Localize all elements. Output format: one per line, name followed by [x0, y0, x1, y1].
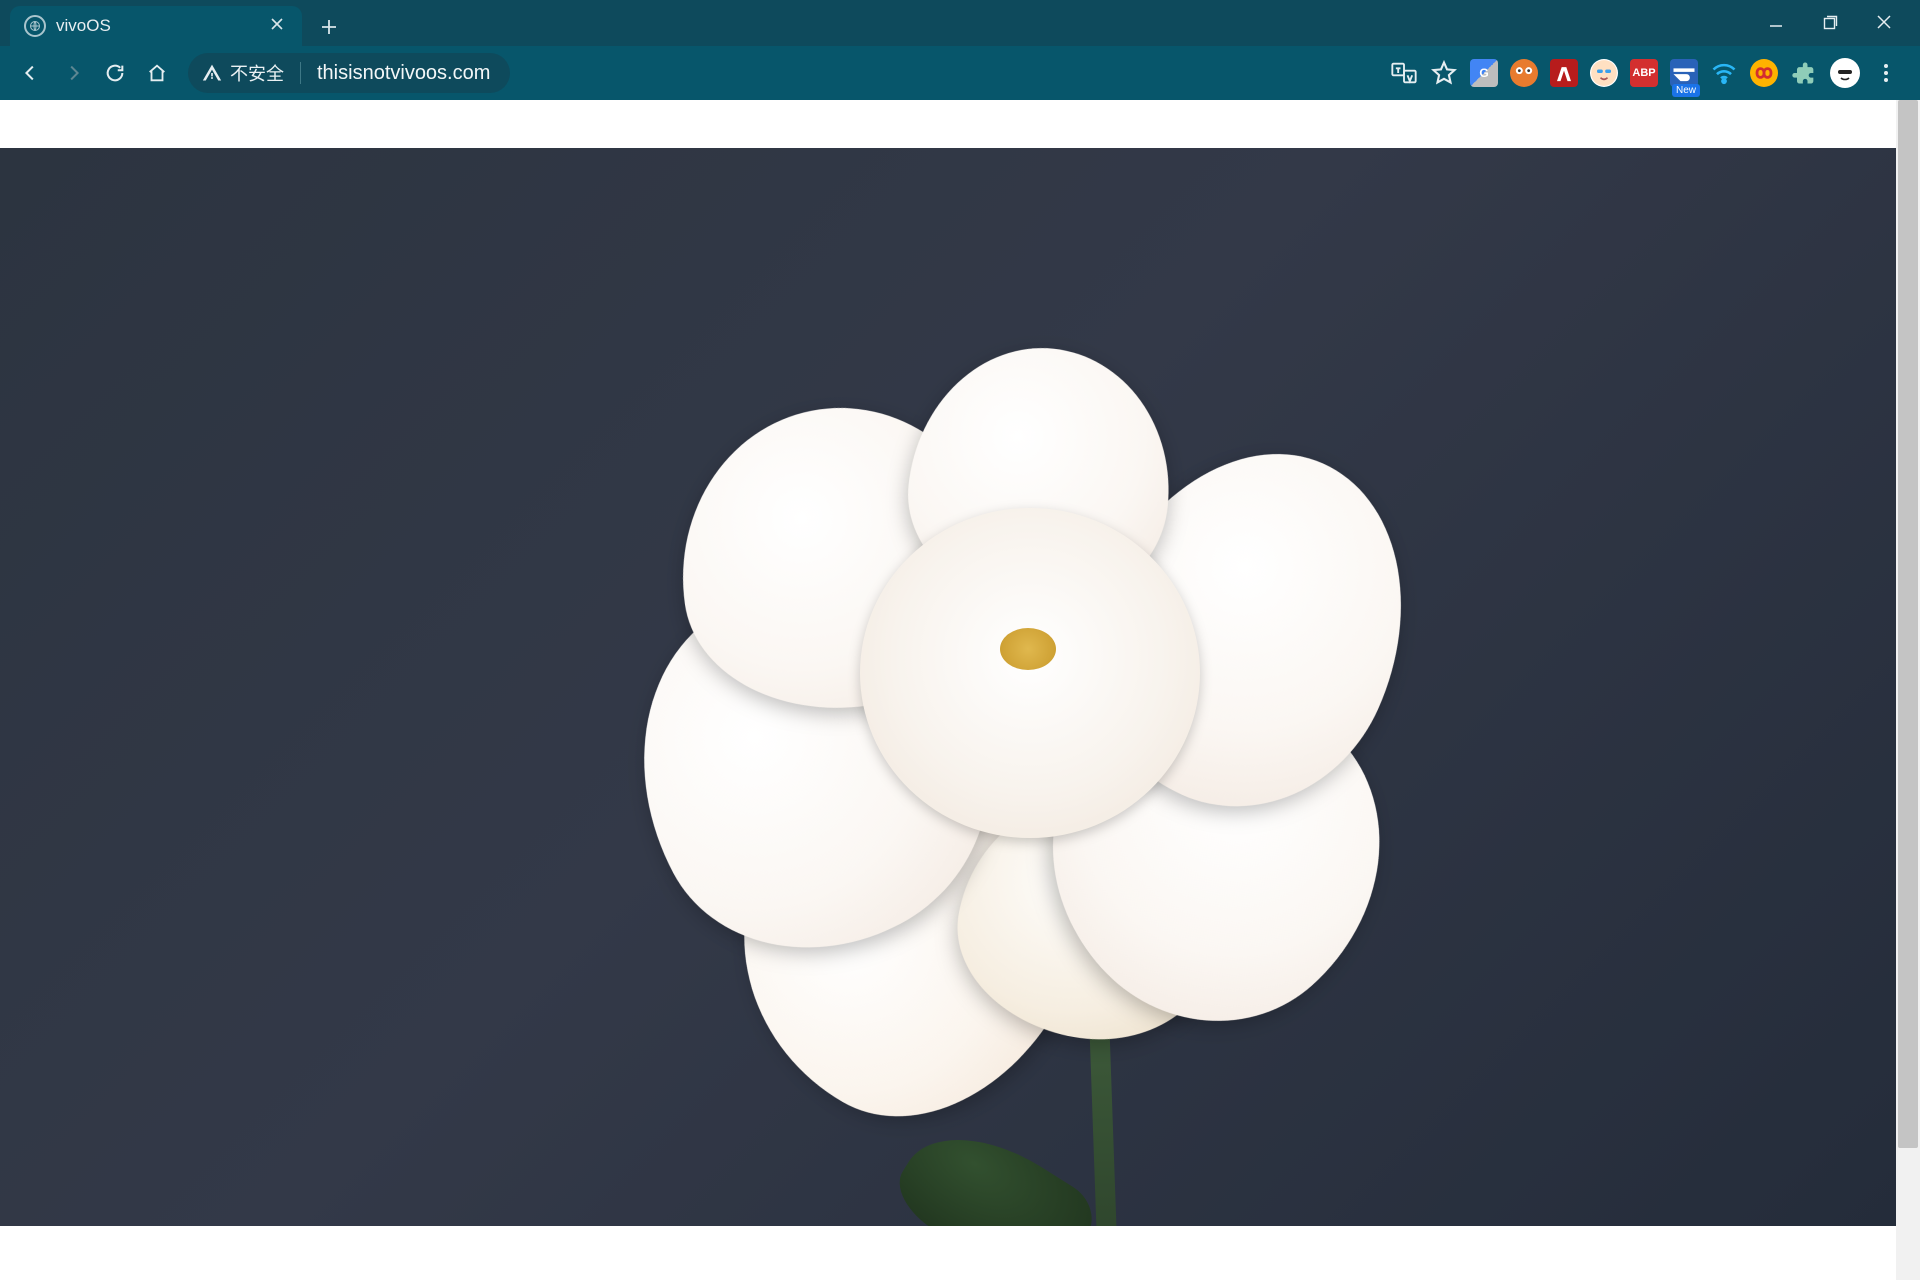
owl-ext-icon[interactable]	[1510, 59, 1538, 87]
close-window-icon[interactable]	[1870, 11, 1898, 33]
scrollbar-thumb[interactable]	[1898, 100, 1918, 1148]
warning-icon	[202, 63, 222, 83]
profile-avatar[interactable]	[1830, 58, 1860, 88]
extensions-puzzle-icon[interactable]	[1790, 59, 1818, 87]
minimize-icon[interactable]	[1762, 11, 1790, 33]
new-badge: New	[1672, 84, 1700, 97]
hero-image	[0, 148, 1920, 1226]
maximize-icon[interactable]	[1816, 11, 1844, 33]
bookmark-star-icon[interactable]	[1430, 59, 1458, 87]
globe-icon	[24, 15, 46, 37]
toolbar: 不安全 thisisnotvivoos.com G A	[0, 46, 1920, 100]
abp-label: ABP	[1632, 67, 1655, 79]
url-text: thisisnotvivoos.com	[317, 62, 490, 85]
page-content	[0, 148, 1920, 1226]
address-bar[interactable]: 不安全 thisisnotvivoos.com	[188, 53, 510, 93]
not-secure-warning: 不安全	[202, 60, 284, 86]
new-tab-button[interactable]	[310, 8, 348, 46]
google-translate-ext-icon[interactable]: G	[1470, 59, 1498, 87]
wifi-ext-icon[interactable]	[1710, 59, 1738, 87]
infinity-ext-icon[interactable]	[1750, 59, 1778, 87]
vertical-scrollbar[interactable]	[1896, 100, 1920, 1280]
forward-button[interactable]	[56, 56, 90, 90]
browser-tab[interactable]: vivoOS	[10, 6, 302, 46]
face-ext-icon[interactable]	[1590, 59, 1618, 87]
tab-strip: vivoOS	[0, 0, 1920, 46]
reload-button[interactable]	[98, 56, 132, 90]
extension-row: G ABP New	[1390, 58, 1906, 88]
close-icon[interactable]	[270, 16, 284, 36]
window-controls	[1746, 5, 1914, 39]
tab-title: vivoOS	[56, 16, 111, 36]
security-label: 不安全	[230, 60, 284, 86]
back-button[interactable]	[14, 56, 48, 90]
chrome-menu-icon[interactable]	[1872, 59, 1900, 87]
proxy-ext-icon[interactable]: New	[1670, 59, 1698, 87]
home-button[interactable]	[140, 56, 174, 90]
adobe-ext-icon[interactable]	[1550, 59, 1578, 87]
flower-leaf	[885, 1106, 1104, 1226]
translate-icon[interactable]	[1390, 59, 1418, 87]
browser-chrome: vivoOS 不安全	[0, 0, 1920, 100]
divider	[300, 62, 301, 84]
flower	[580, 328, 1440, 1098]
abp-ext-icon[interactable]: ABP	[1630, 59, 1658, 87]
